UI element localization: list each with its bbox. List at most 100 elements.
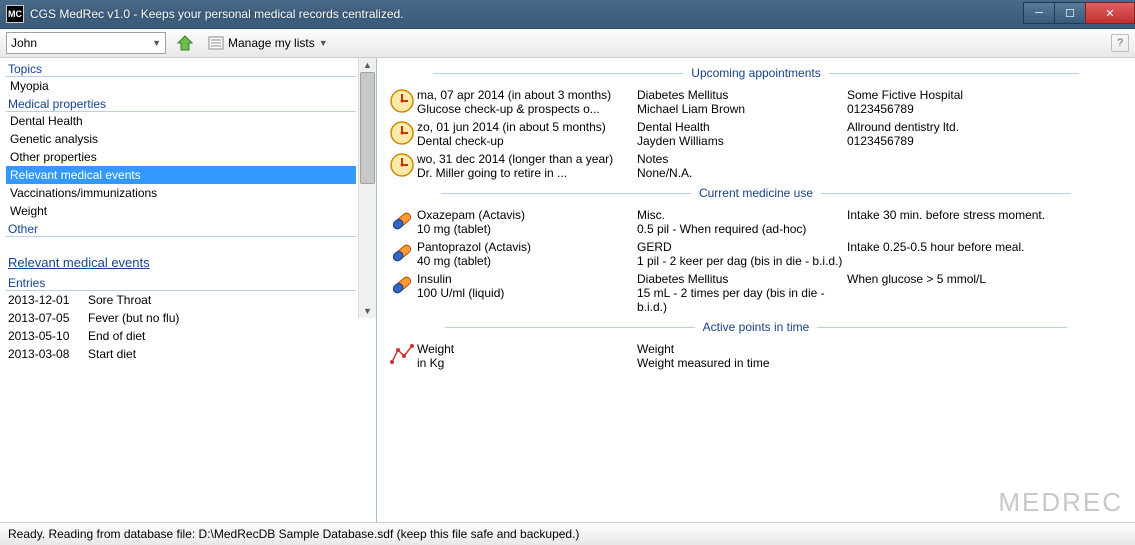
entry-row[interactable]: 2013-07-05Fever (but no flu) [6,309,356,327]
appt-person: None/N.A. [637,166,847,180]
pill-icon [387,272,417,298]
point-name: Weight [417,342,637,356]
chevron-down-icon: ▼ [319,38,328,48]
sidebar-scrollbar[interactable]: ▲ ▼ [358,58,376,318]
med-name: Oxazepam (Actavis) [417,208,637,222]
clock-icon [387,120,417,146]
medicine-row[interactable]: Oxazepam (Actavis)10 mg (tablet)Misc.0.5… [387,206,1125,238]
toolbar: John ▼ Manage my lists ▼ ? [0,29,1135,58]
appointment-row[interactable]: ma, 07 apr 2014 (in about 3 months)Gluco… [387,86,1125,118]
appt-category: Notes [637,152,847,166]
entry-date: 2013-12-01 [8,293,88,307]
sidebar-item[interactable]: Genetic analysis [6,130,356,148]
appt-location: Some Fictive Hospital [847,88,1125,102]
entry-text: End of diet [88,329,145,343]
chevron-down-icon: ▼ [152,38,161,48]
app-window: MC CGS MedRec v1.0 - Keeps your personal… [0,0,1135,542]
entry-text: Sore Throat [88,293,151,307]
scroll-thumb[interactable] [360,72,375,184]
med-category: GERD [637,240,847,254]
entry-text: Start diet [88,347,136,361]
help-button[interactable]: ? [1111,34,1129,52]
entry-row[interactable]: 2013-12-01Sore Throat [6,291,356,309]
scroll-down-icon[interactable]: ▼ [359,304,376,318]
appt-phone: 0123456789 [847,134,1125,148]
manage-lists-label: Manage my lists [228,36,315,50]
minimize-button[interactable]: ─ [1023,2,1055,24]
medicine-row[interactable]: Insulin100 U/ml (liquid)Diabetes Mellitu… [387,270,1125,316]
home-icon [176,34,194,52]
med-note: Intake 0.25-0.5 hour before meal. [847,240,1125,254]
detail-title[interactable]: Relevant medical events [8,255,374,270]
point-row[interactable]: Weightin KgWeightWeight measured in time [387,340,1125,372]
med-frequency: 15 mL - 2 times per day (bis in die - b.… [637,286,847,314]
medicine-row[interactable]: Pantoprazol (Actavis)40 mg (tablet)GERD1… [387,238,1125,270]
appt-person: Michael Liam Brown [637,102,847,116]
entry-row[interactable]: 2013-03-08Start diet [6,345,356,363]
med-dose: 40 mg (tablet) [417,254,637,268]
sidebar-item[interactable]: Dental Health [6,112,356,130]
appt-desc: Glucose check-up & prospects o... [417,102,637,116]
watermark: MEDREC [998,487,1123,518]
sidebar-item[interactable]: Other properties [6,148,356,166]
entry-date: 2013-05-10 [8,329,88,343]
sidebar-item-truncated[interactable] [6,237,356,249]
appt-category: Diabetes Mellitus [637,88,847,102]
user-dropdown-value: John [11,36,37,50]
titlebar[interactable]: MC CGS MedRec v1.0 - Keeps your personal… [0,0,1135,29]
window-title: CGS MedRec v1.0 - Keeps your personal me… [30,7,1024,21]
section-medical-properties: Medical properties [6,95,356,112]
section-other: Other [6,220,356,237]
chart-icon [387,342,417,368]
appt-person: Jayden Williams [637,134,847,148]
section-entries: Entries [6,274,356,291]
med-dose: 10 mg (tablet) [417,222,637,236]
sidebar-item[interactable]: Relevant medical events [6,166,356,184]
status-text: Ready. Reading from database file: D:\Me… [8,527,579,541]
sidebar: ▲ ▼ Topics Myopia Medical properties Den… [0,58,377,522]
appt-date: zo, 01 jun 2014 (in about 5 months) [417,120,637,134]
med-category: Misc. [637,208,847,222]
appt-category: Dental Health [637,120,847,134]
appt-desc: Dr. Miller going to retire in ... [417,166,637,180]
appt-phone: 0123456789 [847,102,1125,116]
appt-desc: Dental check-up [417,134,637,148]
point-desc: Weight measured in time [637,356,847,370]
pill-icon [387,208,417,234]
sidebar-item[interactable]: Weight [6,202,356,220]
appointments-header: Upcoming appointments [387,66,1125,80]
points-header: Active points in time [387,320,1125,334]
maximize-button[interactable]: ☐ [1054,2,1086,24]
main-panel: Upcoming appointments ma, 07 apr 2014 (i… [377,58,1135,522]
section-topics: Topics [6,60,356,77]
pill-icon [387,240,417,266]
entry-row[interactable]: 2013-05-10End of diet [6,327,356,345]
med-category: Diabetes Mellitus [637,272,847,286]
sidebar-item[interactable]: Vaccinations/immunizations [6,184,356,202]
appointment-row[interactable]: wo, 31 dec 2014 (longer than a year)Dr. … [387,150,1125,182]
manage-lists-button[interactable]: Manage my lists ▼ [204,33,332,53]
point-unit: in Kg [417,356,637,370]
app-icon: MC [6,5,24,23]
med-name: Pantoprazol (Actavis) [417,240,637,254]
med-frequency: 1 pil - 2 keer per dag (bis in die - b.i… [637,254,847,268]
home-button[interactable] [172,32,198,54]
close-button[interactable]: ✕ [1085,2,1135,24]
list-icon [208,35,224,51]
entry-date: 2013-07-05 [8,311,88,325]
clock-icon [387,152,417,178]
med-dose: 100 U/ml (liquid) [417,286,637,300]
clock-icon [387,88,417,114]
sidebar-item[interactable]: Myopia [6,77,356,95]
appt-date: wo, 31 dec 2014 (longer than a year) [417,152,637,166]
med-frequency: 0.5 pil - When required (ad-hoc) [637,222,847,236]
appt-location: Allround dentistry ltd. [847,120,1125,134]
med-name: Insulin [417,272,637,286]
user-dropdown[interactable]: John ▼ [6,32,166,54]
med-note: When glucose > 5 mmol/L [847,272,1125,286]
scroll-up-icon[interactable]: ▲ [359,58,376,72]
medicine-header: Current medicine use [387,186,1125,200]
entry-text: Fever (but no flu) [88,311,179,325]
appointment-row[interactable]: zo, 01 jun 2014 (in about 5 months)Denta… [387,118,1125,150]
point-category: Weight [637,342,847,356]
